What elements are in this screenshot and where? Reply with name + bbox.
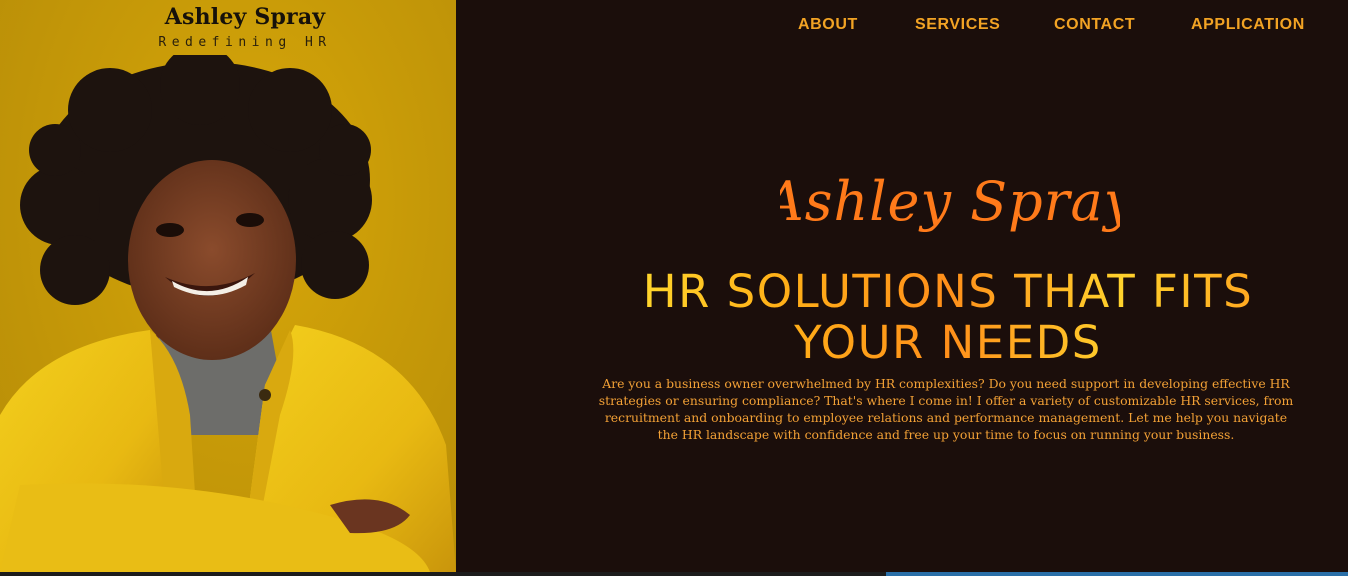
brand-logo-name: Ashley Spray	[164, 4, 326, 30]
nav-link-services[interactable]: SERVICES	[915, 16, 1000, 34]
brand-tagline: Redefining HR	[158, 35, 332, 50]
hero-title: HR SOLUTIONS THAT FITS YOUR NEEDS	[600, 266, 1296, 368]
hero-script-name: Ashley Spray	[780, 170, 1120, 233]
woman-portrait-image	[0, 55, 456, 572]
nav-link-contact[interactable]: CONTACT	[1054, 16, 1135, 34]
hero-description: Are you a business owner overwhelmed by …	[598, 376, 1294, 442]
nav-link-about[interactable]: ABOUT	[798, 16, 858, 34]
hero-image-panel: Ashley Spray Redefining HR	[0, 0, 456, 572]
hero-script-text: Ashley Spray	[780, 170, 1120, 233]
nav-link-application[interactable]: APPLICATION	[1191, 16, 1305, 34]
page: Ashley Spray Redefining HR ABOUT SERVICE…	[0, 0, 1348, 576]
bottom-scroll-indicator	[886, 572, 1348, 576]
